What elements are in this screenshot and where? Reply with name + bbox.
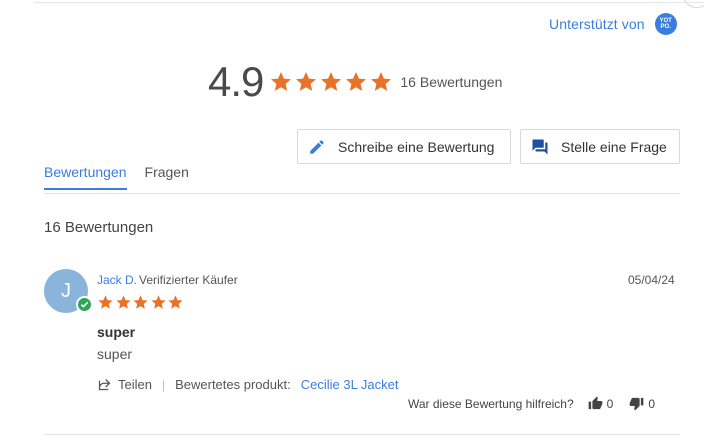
thumbs-up-icon [588,396,603,410]
share-label: Teilen [118,377,152,392]
ask-question-button[interactable]: Stelle eine Frage [520,129,680,164]
chat-bubble-icon [532,139,548,154]
total-reviews[interactable]: 16 Bewertungen [400,74,502,90]
tabs-divider [44,193,680,194]
thumbs-down-icon [629,397,644,411]
share-button[interactable]: Teilen [97,377,152,392]
review-tabs: Bewertungen Fragen [44,164,207,190]
review-title: super [97,324,136,340]
star-icon [346,72,367,91]
star-icon [98,295,113,309]
powered-by-label[interactable]: Unterstützt von [549,16,645,32]
star-icon [168,295,183,309]
check-icon [80,301,89,308]
star-icon [271,72,292,91]
star-icon [133,295,148,309]
helpful-votes: War diese Bewertung hilfreich? 0 0 [408,396,655,411]
downvote-button[interactable]: 0 [629,396,655,411]
star-icon [115,295,131,309]
verified-badge [76,296,93,313]
product-label: Bewertetes produkt: [175,377,291,392]
average-rating: 4.9 [208,58,264,105]
downvote-count: 0 [648,396,656,411]
top-divider [34,2,704,3]
pencil-icon [310,139,324,154]
reviewer-name: Jack D. [97,273,138,287]
write-review-label: Schreibe eine Bewertung [338,138,495,155]
review-divider [44,434,680,435]
verified-buyer-label: Verifizierter Käufer [139,273,238,287]
star-icon [296,72,317,91]
review-body: super [97,346,133,362]
review-date: 05/04/24 [628,273,675,287]
powered-by[interactable]: Unterstützt von YOT PO. [549,13,677,35]
product-link[interactable]: Cecilie 3L Jacket [301,377,399,392]
star-icon [150,295,166,309]
star-icon [321,72,342,91]
upvote-count: 0 [606,396,614,411]
review-footer: Teilen | Bewertetes produkt: Cecilie 3L … [97,377,399,392]
star-icon [371,72,392,91]
tab-questions[interactable]: Fragen [145,164,189,190]
ask-question-label: Stelle eine Frage [561,138,667,155]
upvote-button[interactable]: 0 [588,396,614,411]
rating-summary: 4.9 16 Bewertungen [208,58,502,106]
corner-decoration [682,0,704,8]
tab-reviews[interactable]: Bewertungen [44,164,127,190]
write-review-button[interactable]: Schreibe eine Bewertung [297,129,511,164]
helpful-question: War diese Bewertung hilfreich? [408,396,574,411]
yotpo-logo-icon[interactable]: YOT PO. [654,13,677,35]
review-stars [97,294,185,311]
reviews-heading: 16 Bewertungen [44,219,154,236]
average-stars [269,70,394,94]
share-icon [98,379,111,391]
separator: | [161,377,166,392]
